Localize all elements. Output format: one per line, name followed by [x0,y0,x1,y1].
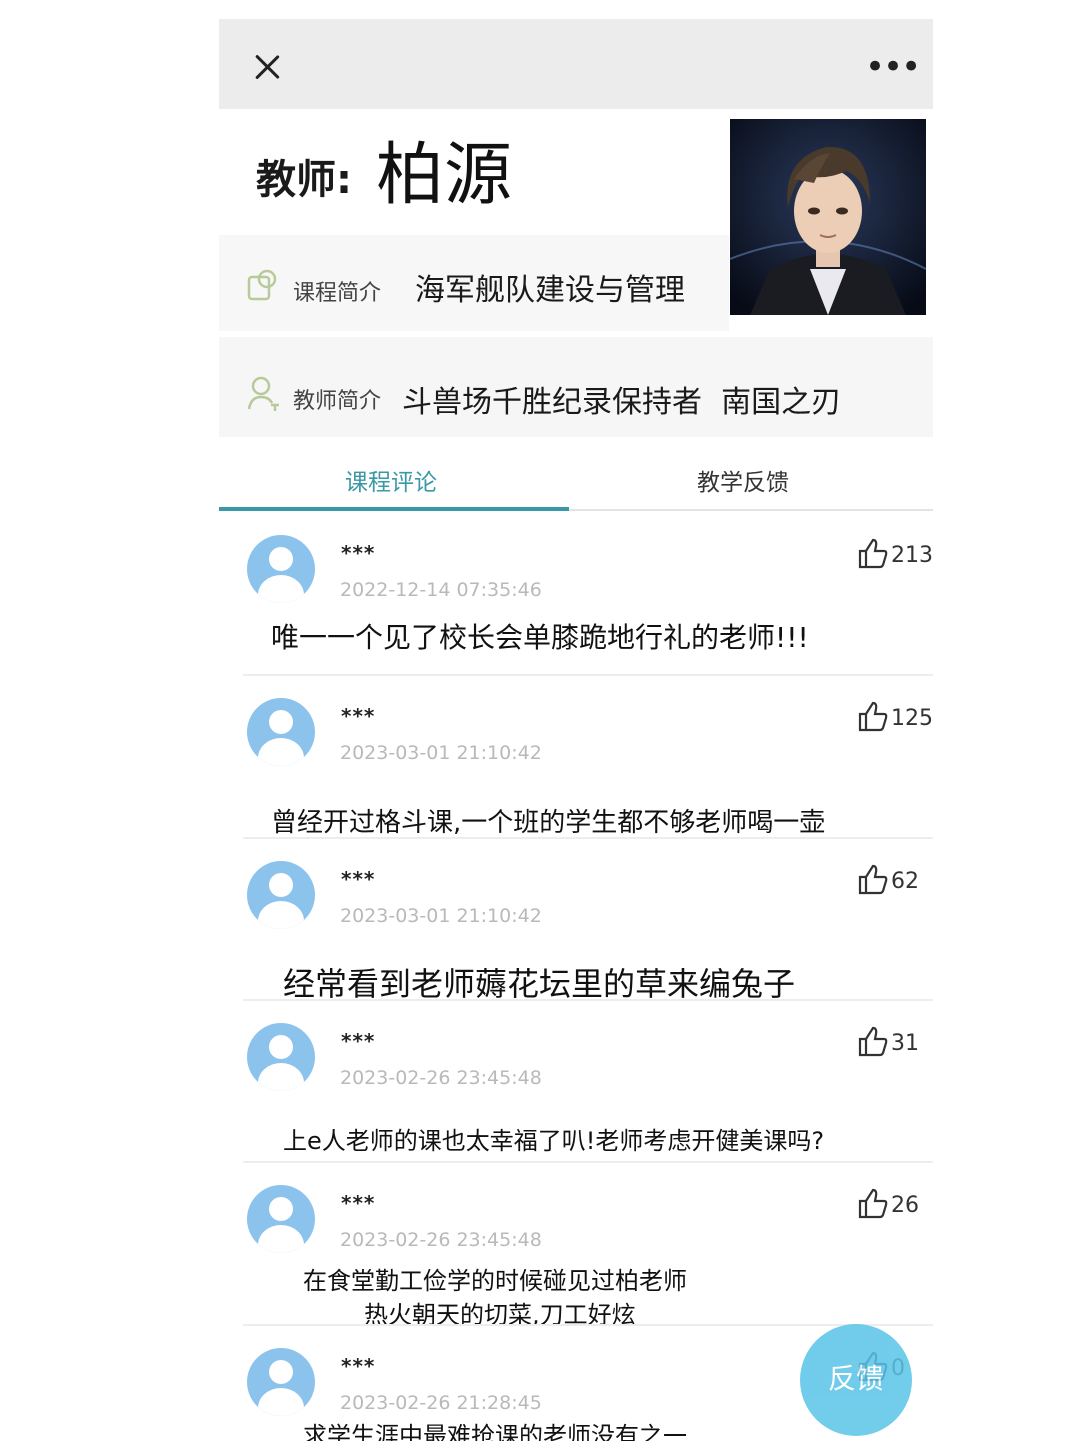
avatar [247,1023,315,1091]
comment-text: 求学生涯中最难抢课的老师没有之一 [303,1422,687,1441]
divider [243,1324,933,1326]
avatar [247,698,315,766]
comment-time: 2023-02-26 23:45:48 [340,1229,542,1251]
thumbs-up-icon [858,701,888,732]
thumbs-up-icon [858,538,888,569]
comment-user: *** [341,1191,376,1215]
thumbs-up-icon [858,1026,888,1057]
divider [243,837,933,839]
course-intro-row: 课程简介 海军舰队建设与管理 [219,235,729,331]
course-icon [245,267,283,305]
comment-item: *** 2023-02-26 23:45:48 26 在食堂勤工俭学的时候碰见过… [219,1169,933,1331]
teacher-intro-value: 斗兽场千胜纪录保持者 南国之刃 [402,385,842,420]
top-bar: ••• [219,19,933,109]
like-count: 31 [891,1031,919,1056]
thumbs-up-icon [858,864,888,895]
avatar [247,861,315,929]
teacher-name: 柏源 [376,136,513,215]
like-count: 125 [891,706,933,731]
tab-course-comments[interactable]: 课程评论 [345,463,437,497]
course-intro-label: 课程简介 [293,281,382,306]
like-count: 26 [891,1193,919,1218]
close-icon[interactable] [249,49,285,85]
tab-bar: 课程评论 教学反馈 [219,449,933,513]
teacher-intro-label: 教师简介 [293,389,382,414]
divider [243,674,933,676]
comment-time: 2023-03-01 21:10:42 [340,742,542,764]
comment-time: 2022-12-14 07:35:46 [340,579,542,601]
comment-text: 唯一一个见了校长会单膝跪地行礼的老师!!! [271,621,809,654]
comment-item: *** 2023-03-01 21:10:42 125 曾经开过格斗课,一个班的… [219,682,933,844]
active-tab-indicator [219,507,569,511]
comment-item: *** 2022-12-14 07:35:46 213 唯一一个见了校长会单膝跪… [219,519,933,681]
avatar [247,1185,315,1253]
comment-user: *** [341,1029,376,1053]
more-options-icon[interactable]: ••• [865,47,921,87]
teacher-label: 教师: [256,157,352,203]
app-screen: ••• 教师: 柏源 课程简介 海军舰队建设与管理 教师简介 斗兽场千胜纪录保持… [219,19,933,1441]
comment-text: 上e人老师的课也太幸福了叭!老师考虑开健美课吗? [283,1127,825,1155]
course-intro-value: 海军舰队建设与管理 [415,273,685,308]
comment-item: *** 2023-03-01 21:10:42 62 经常看到老师薅花坛里的草来… [219,845,933,1007]
teacher-intro-row: 教师简介 斗兽场千胜纪录保持者 南国之刃 [219,337,933,437]
comment-time: 2023-02-26 21:28:45 [340,1392,542,1414]
divider [243,999,933,1001]
comment-text: 曾经开过格斗课,一个班的学生都不够老师喝一壶 [271,808,826,838]
comment-user: *** [341,541,376,565]
comment-time: 2023-02-26 23:45:48 [340,1067,542,1089]
thumbs-up-icon [858,1188,888,1219]
comment-user: *** [341,867,376,891]
teacher-portrait [730,119,926,315]
feedback-button[interactable]: 反馈 [800,1324,912,1436]
person-icon [245,375,283,413]
like-count: 62 [891,869,919,894]
tab-divider [569,509,933,511]
comment-item: *** 2023-02-26 23:45:48 31 上e人老师的课也太幸福了叭… [219,1007,933,1169]
comment-time: 2023-03-01 21:10:42 [340,905,542,927]
divider [243,1161,933,1163]
tab-teaching-feedback[interactable]: 教学反馈 [697,463,789,497]
comment-user: *** [341,1354,376,1378]
comment-user: *** [341,704,376,728]
avatar [247,1348,315,1416]
like-count: 213 [891,543,933,568]
comment-text-line-1: 在食堂勤工俭学的时候碰见过柏老师 [303,1267,687,1295]
avatar [247,535,315,603]
